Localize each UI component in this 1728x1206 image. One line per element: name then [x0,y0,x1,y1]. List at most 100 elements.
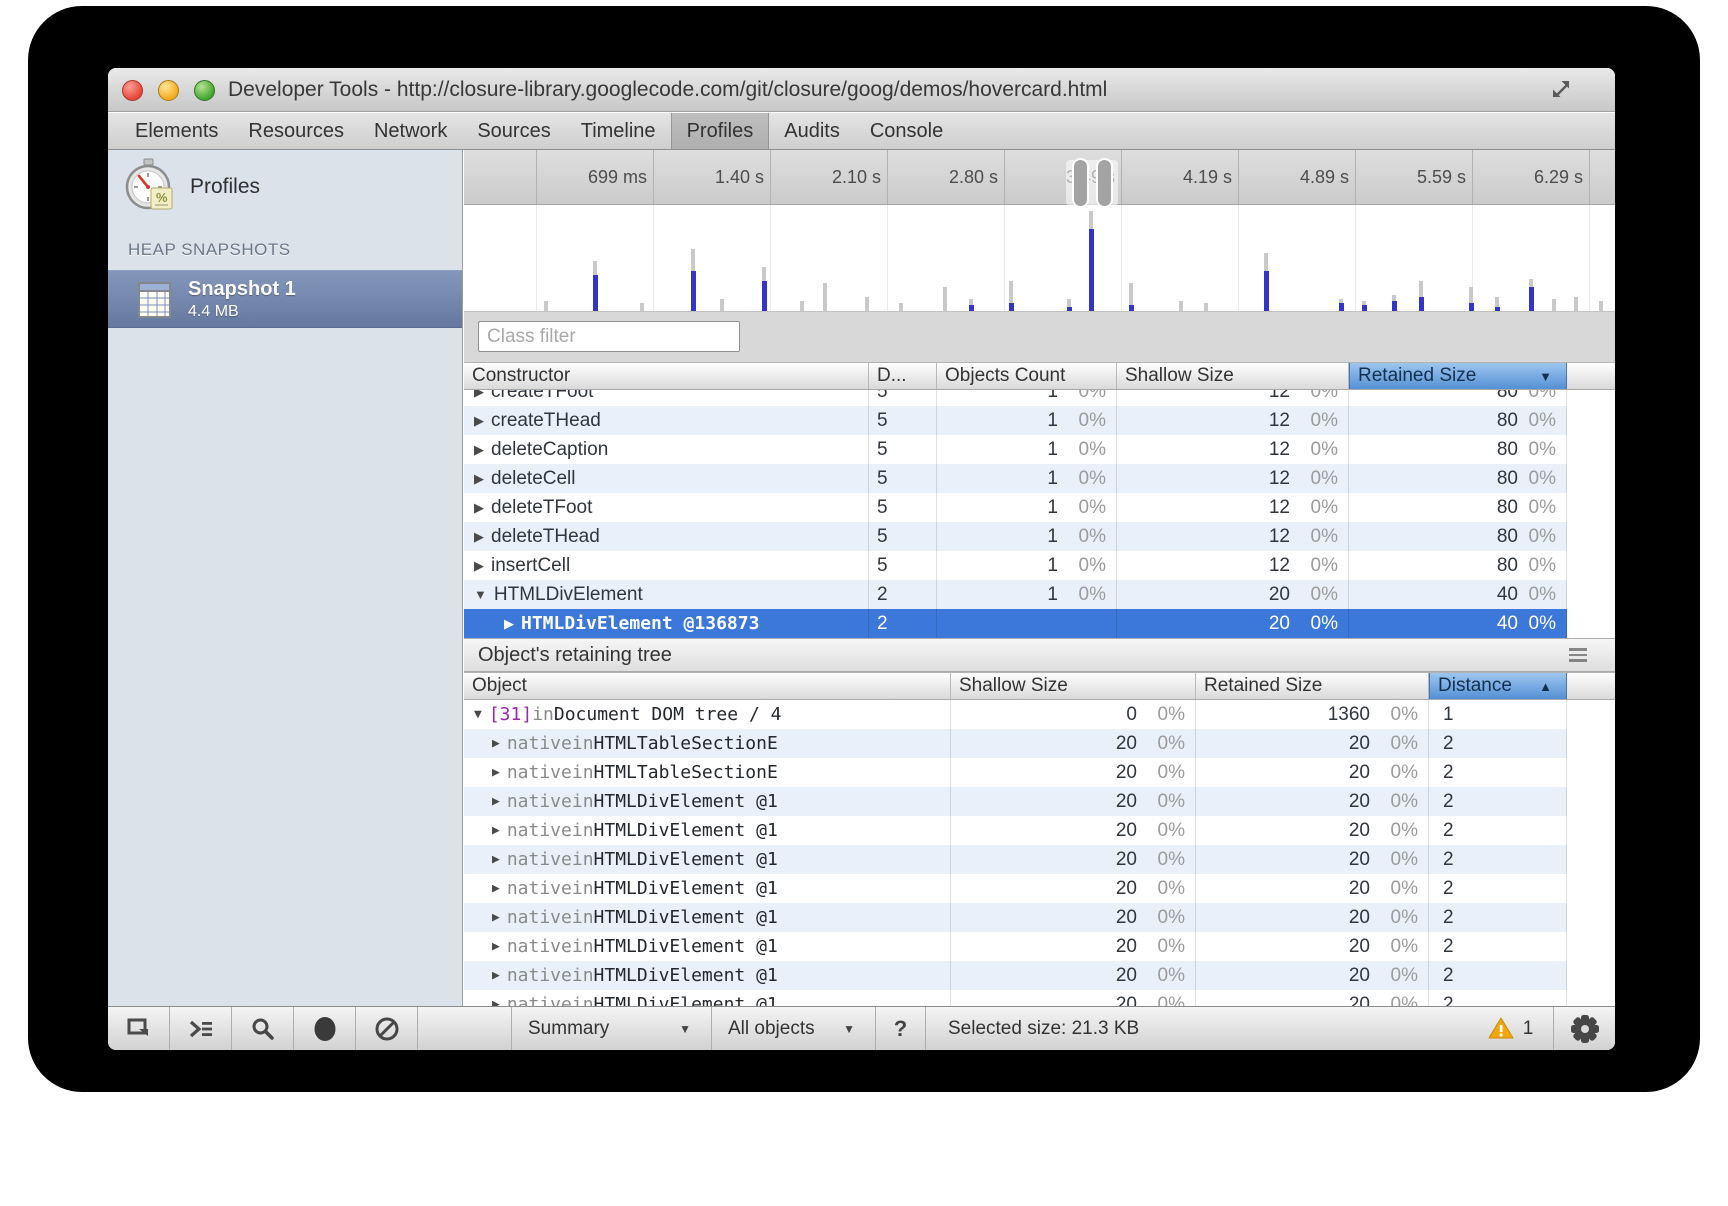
settings-button[interactable] [1553,1007,1615,1050]
column-header-shallowsize[interactable]: Shallow Size [951,673,1196,699]
tab-console[interactable]: Console [855,113,958,149]
class-filter-input[interactable] [478,321,740,352]
collapsed-arrow-icon[interactable]: ▶ [474,529,484,545]
zoom-window-button[interactable] [194,80,215,101]
retaining-tree-row[interactable]: ▼[31] in Document DOM tree / 400%13600%1 [464,700,1567,729]
expanded-arrow-icon[interactable]: ▼ [474,707,482,722]
retaining-tree-row[interactable]: ▶native in HTMLDivElement @1200%200%2 [464,961,1567,990]
minimize-window-button[interactable] [158,80,179,101]
collapsed-arrow-icon[interactable]: ▶ [474,390,484,400]
retaining-tree-row[interactable]: ▶native in HTMLTableSectionE200%200%2 [464,758,1567,787]
collapsed-arrow-icon[interactable]: ▶ [492,823,500,838]
collapsed-arrow-icon[interactable]: ▶ [474,558,484,574]
tab-profiles[interactable]: Profiles [671,113,770,149]
ruler-tick-label: 4.89 s [1259,167,1349,188]
object-name-segment: HTMLDivElement @1 [594,791,778,812]
collapsed-arrow-icon[interactable]: ▶ [492,794,500,809]
object-name-segment: HTMLDivElement @1 [594,936,778,957]
constructor-row[interactable]: ▶createTFoot510%120%800% [464,390,1567,406]
search-button[interactable] [232,1007,294,1050]
constructor-row[interactable]: ▶deleteCaption510%120%800% [464,435,1567,464]
ruler-tick-label: 4.19 s [1142,167,1232,188]
retaining-tree-row[interactable]: ▶native in HTMLDivElement @1200%200%2 [464,845,1567,874]
column-header-constructor[interactable]: Constructor [464,363,869,389]
column-header-retainedsize[interactable]: Retained Size [1196,673,1429,699]
cell-value: 1 [1047,390,1058,403]
scrubber-left-handle[interactable] [1074,160,1087,206]
column-header-d[interactable]: D... [869,363,937,389]
profiles-launcher[interactable]: % Profiles [120,158,260,216]
splitter-grip-icon[interactable] [1569,645,1587,664]
collapsed-arrow-icon[interactable]: ▶ [492,736,500,751]
object-name-segment: native [507,733,572,754]
collapsed-arrow-icon[interactable]: ▶ [474,413,484,429]
constructor-row[interactable]: ▶deleteCell510%120%800% [464,464,1567,493]
object-name-segment: native [507,820,572,841]
constructor-row[interactable]: ▶HTMLDivElement @1368732200%400% [464,609,1567,638]
allocation-bar-total [1574,297,1578,311]
warnings-indicator[interactable]: 1 [1467,1007,1553,1050]
distance-cell: 2 [869,580,937,609]
record-button[interactable] [294,1007,356,1050]
collapsed-arrow-icon[interactable]: ▶ [492,852,500,867]
column-header-object[interactable]: Object [464,673,951,699]
view-select[interactable]: Summary ▼ [512,1007,712,1050]
column-header-retainedsize[interactable]: Retained Size▼ [1349,363,1567,389]
cell-percent: 0% [1058,526,1116,548]
allocation-bar-live [1495,307,1500,311]
sort-asc-icon: ▲ [1539,679,1558,694]
view-select-value: Summary [528,1018,609,1040]
dock-button[interactable] [108,1007,170,1050]
objects-filter-select[interactable]: All objects ▼ [712,1007,876,1050]
retaining-tree-row[interactable]: ▶native in HTMLDivElement @1200%200%2 [464,874,1567,903]
expand-icon[interactable] [1549,77,1575,108]
expanded-arrow-icon[interactable]: ▼ [474,587,487,602]
cell-percent: 0% [1370,762,1428,784]
sidebar-item-snapshot-1[interactable]: Snapshot 1 4.4 MB [108,270,462,328]
title-bar[interactable]: Developer Tools - http://closure-library… [108,68,1615,112]
collapsed-arrow-icon[interactable]: ▶ [492,765,500,780]
collapsed-arrow-icon[interactable]: ▶ [504,616,514,632]
retaining-tree-row[interactable]: ▶native in HTMLDivElement @1200%200%2 [464,990,1567,1006]
column-header-objectscount[interactable]: Objects Count [937,363,1117,389]
collapsed-arrow-icon[interactable]: ▶ [474,442,484,458]
collapsed-arrow-icon[interactable]: ▶ [474,471,484,487]
cell-percent: 0% [1370,965,1428,987]
collapsed-arrow-icon[interactable]: ▶ [492,910,500,925]
collapsed-arrow-icon[interactable]: ▶ [492,997,500,1006]
collapsed-arrow-icon[interactable]: ▶ [492,881,500,896]
scrubber-right-handle[interactable] [1098,160,1111,206]
collapsed-arrow-icon[interactable]: ▶ [492,939,500,954]
collapsed-arrow-icon[interactable]: ▶ [492,968,500,983]
ruler-separator [887,150,888,204]
tab-sources[interactable]: Sources [462,113,565,149]
constructor-row[interactable]: ▶deleteTFoot510%120%800% [464,493,1567,522]
tab-timeline[interactable]: Timeline [566,113,671,149]
clear-button[interactable] [356,1007,418,1050]
constructor-row[interactable]: ▶insertCell510%120%800% [464,551,1567,580]
retaining-tree-row[interactable]: ▶native in HTMLDivElement @1200%200%2 [464,903,1567,932]
retaining-tree-row[interactable]: ▶native in HTMLDivElement @1200%200%2 [464,932,1567,961]
close-window-button[interactable] [122,80,143,101]
tab-elements[interactable]: Elements [120,113,233,149]
column-header-distance[interactable]: Distance ▲ [1429,673,1567,699]
constructor-row[interactable]: ▶createTHead510%120%800% [464,406,1567,435]
cell-value: 20 [1349,733,1370,755]
tab-audits[interactable]: Audits [769,113,855,149]
numeric-cell: 200% [951,816,1196,845]
console-drawer-button[interactable] [170,1007,232,1050]
distance-cell: 2 [1429,845,1567,874]
help-button[interactable]: ? [876,1007,926,1050]
retaining-tree-row[interactable]: ▶native in HTMLTableSectionE200%200%2 [464,729,1567,758]
retaining-tree-title: Object's retaining tree [478,644,672,667]
collapsed-arrow-icon[interactable]: ▶ [474,500,484,516]
column-header-label: Distance [1438,675,1512,697]
column-header-shallowsize[interactable]: Shallow Size [1117,363,1349,389]
tab-resources[interactable]: Resources [233,113,359,149]
constructor-row[interactable]: ▶deleteTHead510%120%800% [464,522,1567,551]
retaining-tree-row[interactable]: ▶native in HTMLDivElement @1200%200%2 [464,816,1567,845]
constructor-row[interactable]: ▼HTMLDivElement210%200%400% [464,580,1567,609]
numeric-cell: 120% [1117,406,1349,435]
retaining-tree-row[interactable]: ▶native in HTMLDivElement @1200%200%2 [464,787,1567,816]
tab-network[interactable]: Network [359,113,462,149]
